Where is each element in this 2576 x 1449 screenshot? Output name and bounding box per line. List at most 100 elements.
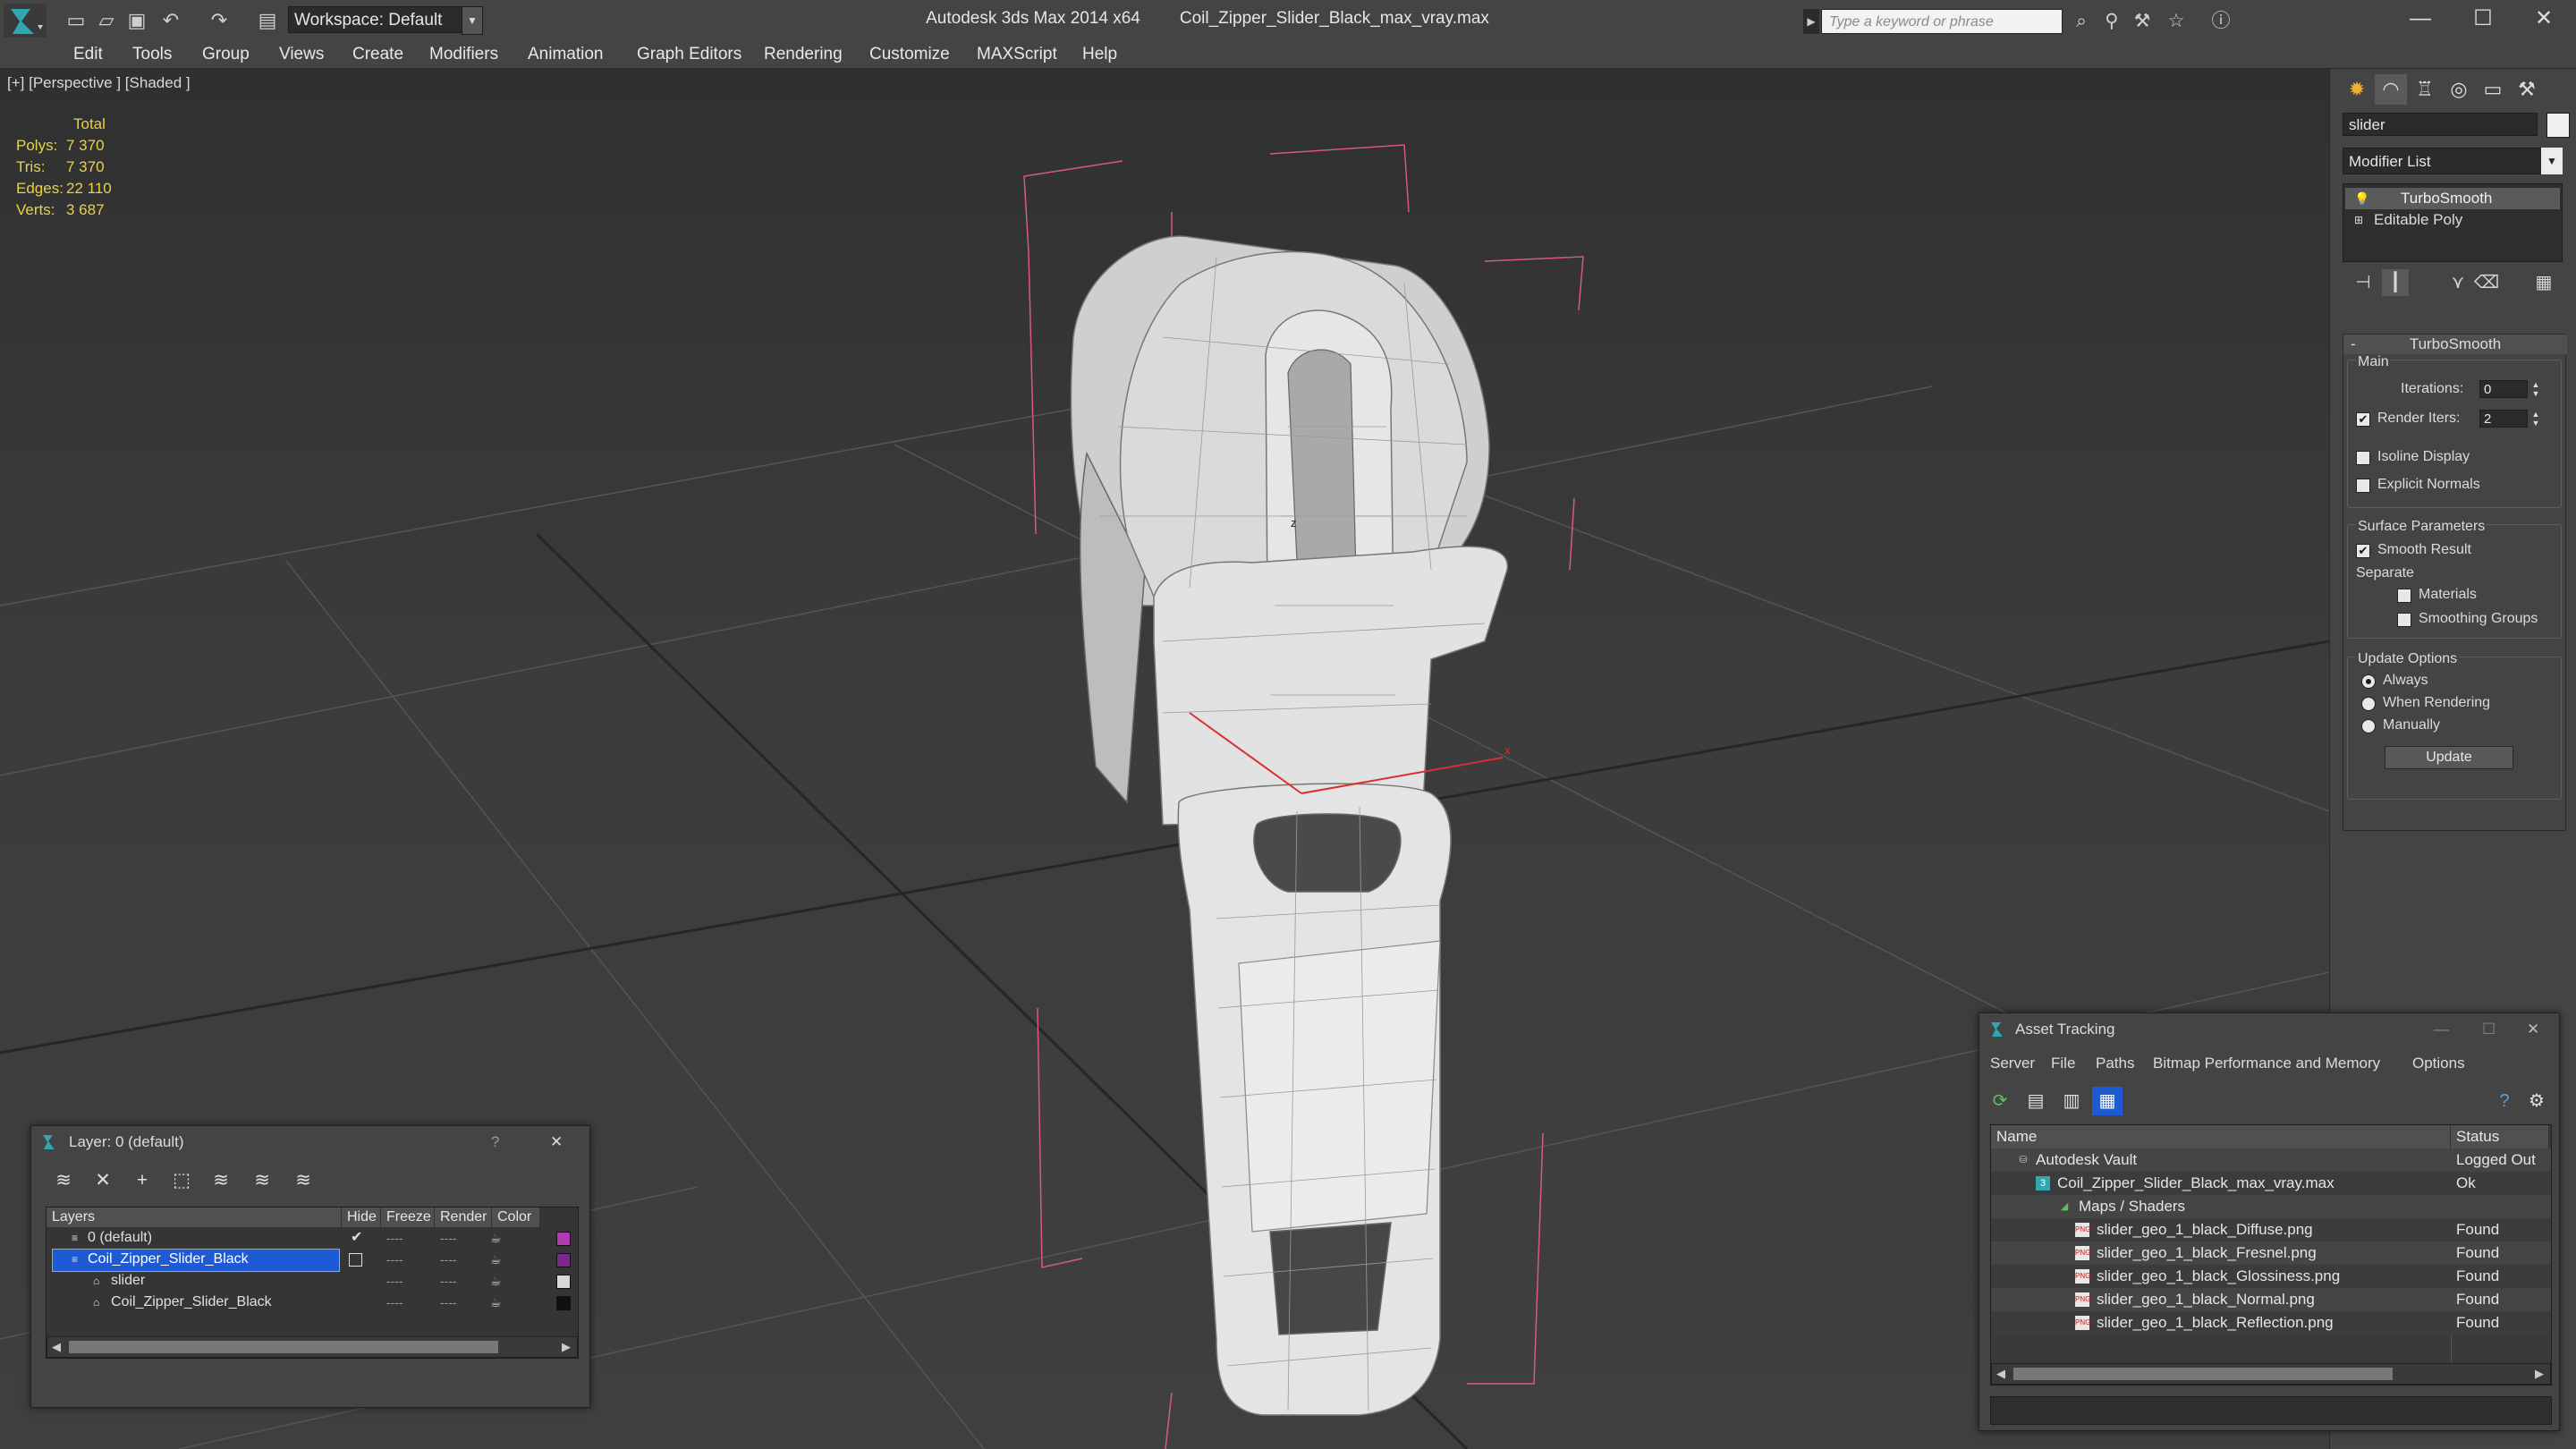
column-header[interactable]: Layers <box>47 1208 342 1227</box>
spinner-arrows-icon[interactable]: ▲ ▼ <box>2529 410 2542 428</box>
maximize-button[interactable]: ☐ <box>2453 0 2513 38</box>
menu-views[interactable]: Views <box>279 41 324 68</box>
layer-color-swatch[interactable] <box>556 1253 571 1267</box>
pin-stack-icon[interactable]: ⊣ <box>2350 269 2377 296</box>
column-header[interactable]: Render <box>435 1208 492 1227</box>
highlight-selected-layer-icon[interactable]: ≋ <box>207 1167 235 1194</box>
smooth-result-checkbox[interactable]: ✔ <box>2356 544 2370 558</box>
freeze-all-layers-icon[interactable]: ≋ <box>289 1167 318 1194</box>
zipper-slider-model[interactable] <box>1070 235 1508 1416</box>
create-tab-icon[interactable]: ✹ <box>2341 74 2373 105</box>
open-file-icon[interactable]: ▱ <box>93 7 120 34</box>
asset-row[interactable]: PNG slider_geo_1_black_Fresnel.png Found <box>1991 1241 2551 1265</box>
maximize-button[interactable]: ☐ <box>2482 1013 2496 1046</box>
undo-icon[interactable]: ↶ <box>157 7 184 34</box>
display-tab-icon[interactable]: ▭ <box>2477 74 2509 105</box>
asset-row[interactable]: PNG slider_geo_1_black_Glossiness.png Fo… <box>1991 1265 2551 1288</box>
menu-edit[interactable]: Edit <box>73 41 103 68</box>
save-icon[interactable]: ▣ <box>123 7 150 34</box>
isoline-display-checkbox[interactable] <box>2356 451 2370 465</box>
freeze-toggle[interactable]: ---- <box>440 1270 457 1292</box>
remove-modifier-icon[interactable]: ⌫ <box>2473 269 2500 296</box>
asset-menu-server[interactable]: Server <box>1990 1053 2035 1074</box>
expand-plus-icon[interactable]: ⊞ <box>2354 209 2363 231</box>
update-always-radio[interactable] <box>2361 674 2376 689</box>
column-header[interactable]: Color <box>492 1208 540 1227</box>
horizontal-scrollbar[interactable]: ◀ ▶ <box>1991 1363 2551 1385</box>
render-iters-spinner[interactable]: 2 <box>2479 410 2528 428</box>
help-icon[interactable]: ⓘ <box>2207 9 2234 34</box>
project-folder-icon[interactable]: ▤ <box>254 7 281 34</box>
layer-name[interactable]: Coil_Zipper_Slider_Black <box>88 1249 249 1270</box>
close-button[interactable]: ✕ <box>550 1126 563 1158</box>
make-unique-icon[interactable]: ⋎ <box>2445 269 2471 296</box>
viewport-label[interactable]: [+] [Perspective ] [Shaded ] <box>7 74 191 92</box>
show-end-result-icon[interactable]: ┃ <box>2382 269 2409 296</box>
menu-maxscript[interactable]: MAXScript <box>977 41 1057 68</box>
settings-icon[interactable]: ⚙ <box>2521 1087 2552 1115</box>
search-expand-icon[interactable]: ▶ <box>1803 9 1819 34</box>
scroll-thumb[interactable] <box>2013 1368 2393 1380</box>
render-iters-checkbox[interactable]: ✔ <box>2356 412 2370 427</box>
asset-row[interactable]: ⛁ Autodesk Vault Logged Out <box>1991 1148 2551 1172</box>
freeze-toggle[interactable]: ---- <box>440 1227 457 1249</box>
scroll-left-icon[interactable]: ◀ <box>1992 1364 2010 1384</box>
redo-icon[interactable]: ↷ <box>206 7 233 34</box>
layer-row[interactable]: ≡ 0 (default) ✔ ---- ---- ☕ <box>47 1227 578 1249</box>
exchange-icon[interactable]: ⚒ <box>2129 9 2156 34</box>
app-logo-icon[interactable] <box>4 4 47 38</box>
freeze-toggle[interactable]: ---- <box>440 1292 457 1313</box>
update-button[interactable]: Update <box>2385 746 2513 769</box>
grid-view-icon[interactable]: ▦ <box>2092 1087 2123 1115</box>
stack-item-turbosmooth[interactable]: 💡 TurboSmooth <box>2345 188 2560 209</box>
update-when-rendering-radio[interactable] <box>2361 697 2376 711</box>
scroll-right-icon[interactable]: ▶ <box>2530 1364 2548 1384</box>
configure-modifier-sets-icon[interactable]: ▦ <box>2530 269 2557 296</box>
asset-menu-paths[interactable]: Paths <box>2096 1053 2134 1074</box>
column-header[interactable]: Freeze <box>381 1208 435 1227</box>
minimize-button[interactable]: — <box>2434 1013 2449 1046</box>
motion-tab-icon[interactable]: ◎ <box>2443 74 2475 105</box>
hide-all-layers-icon[interactable]: ≋ <box>248 1167 276 1194</box>
stack-item-editable-poly[interactable]: ⊞ Editable Poly <box>2345 209 2560 231</box>
layer-checkbox[interactable] <box>349 1253 362 1267</box>
menu-animation[interactable]: Animation <box>528 41 604 68</box>
modifier-list-dropdown[interactable]: Modifier List <box>2343 148 2561 174</box>
create-layer-icon[interactable]: ≋ <box>49 1167 78 1194</box>
close-button[interactable]: ✕ <box>2513 0 2574 38</box>
object-color-swatch[interactable] <box>2546 113 2570 138</box>
new-file-icon[interactable]: ▭ <box>63 7 89 34</box>
lightbulb-icon[interactable]: 💡 <box>2354 188 2369 209</box>
menu-create[interactable]: Create <box>352 41 403 68</box>
modify-tab-icon[interactable]: ◠ <box>2375 74 2407 105</box>
layer-row[interactable]: ⌂ Coil_Zipper_Slider_Black ---- ---- ☕ <box>47 1292 578 1313</box>
layer-row[interactable]: ≡ Coil_Zipper_Slider_Black ---- ---- ☕ <box>47 1249 578 1272</box>
horizontal-scrollbar[interactable]: ◀ ▶ <box>47 1336 578 1358</box>
chevron-down-icon[interactable]: ▼ <box>462 6 483 35</box>
object-name[interactable]: slider <box>111 1270 145 1292</box>
menu-help[interactable]: Help <box>1082 41 1117 68</box>
layer-name[interactable]: 0 (default) <box>88 1227 152 1249</box>
render-teapot-icon[interactable]: ☕ <box>490 1249 502 1270</box>
render-teapot-icon[interactable]: ☕ <box>490 1270 502 1292</box>
rollout-title[interactable]: - TurboSmooth <box>2343 335 2567 354</box>
iterations-spinner[interactable]: 0 <box>2479 380 2528 398</box>
object-name-field[interactable]: slider <box>2343 113 2538 136</box>
column-header[interactable]: Hide <box>342 1208 381 1227</box>
select-objects-in-layer-icon[interactable]: ⬚ <box>167 1167 196 1194</box>
render-teapot-icon[interactable]: ☕ <box>490 1292 502 1313</box>
binoculars-icon[interactable]: ⌕ <box>2068 9 2095 34</box>
menu-customize[interactable]: Customize <box>869 41 950 68</box>
object-name[interactable]: Coil_Zipper_Slider_Black <box>111 1292 272 1313</box>
scroll-left-icon[interactable]: ◀ <box>47 1337 65 1357</box>
smoothing-groups-checkbox[interactable] <box>2397 613 2411 627</box>
delete-layer-icon[interactable]: ✕ <box>89 1167 117 1194</box>
refresh-icon[interactable]: ⟳ <box>1985 1087 2015 1115</box>
scroll-right-icon[interactable]: ▶ <box>557 1337 575 1357</box>
collapse-icon[interactable]: - <box>2351 335 2356 354</box>
explicit-normals-checkbox[interactable] <box>2356 479 2370 493</box>
column-header[interactable]: Status <box>2451 1125 2549 1148</box>
object-color-swatch[interactable] <box>556 1275 571 1289</box>
asset-row[interactable]: PNG slider_geo_1_black_Diffuse.png Found <box>1991 1218 2551 1241</box>
spinner-arrows-icon[interactable]: ▲ ▼ <box>2529 380 2542 398</box>
